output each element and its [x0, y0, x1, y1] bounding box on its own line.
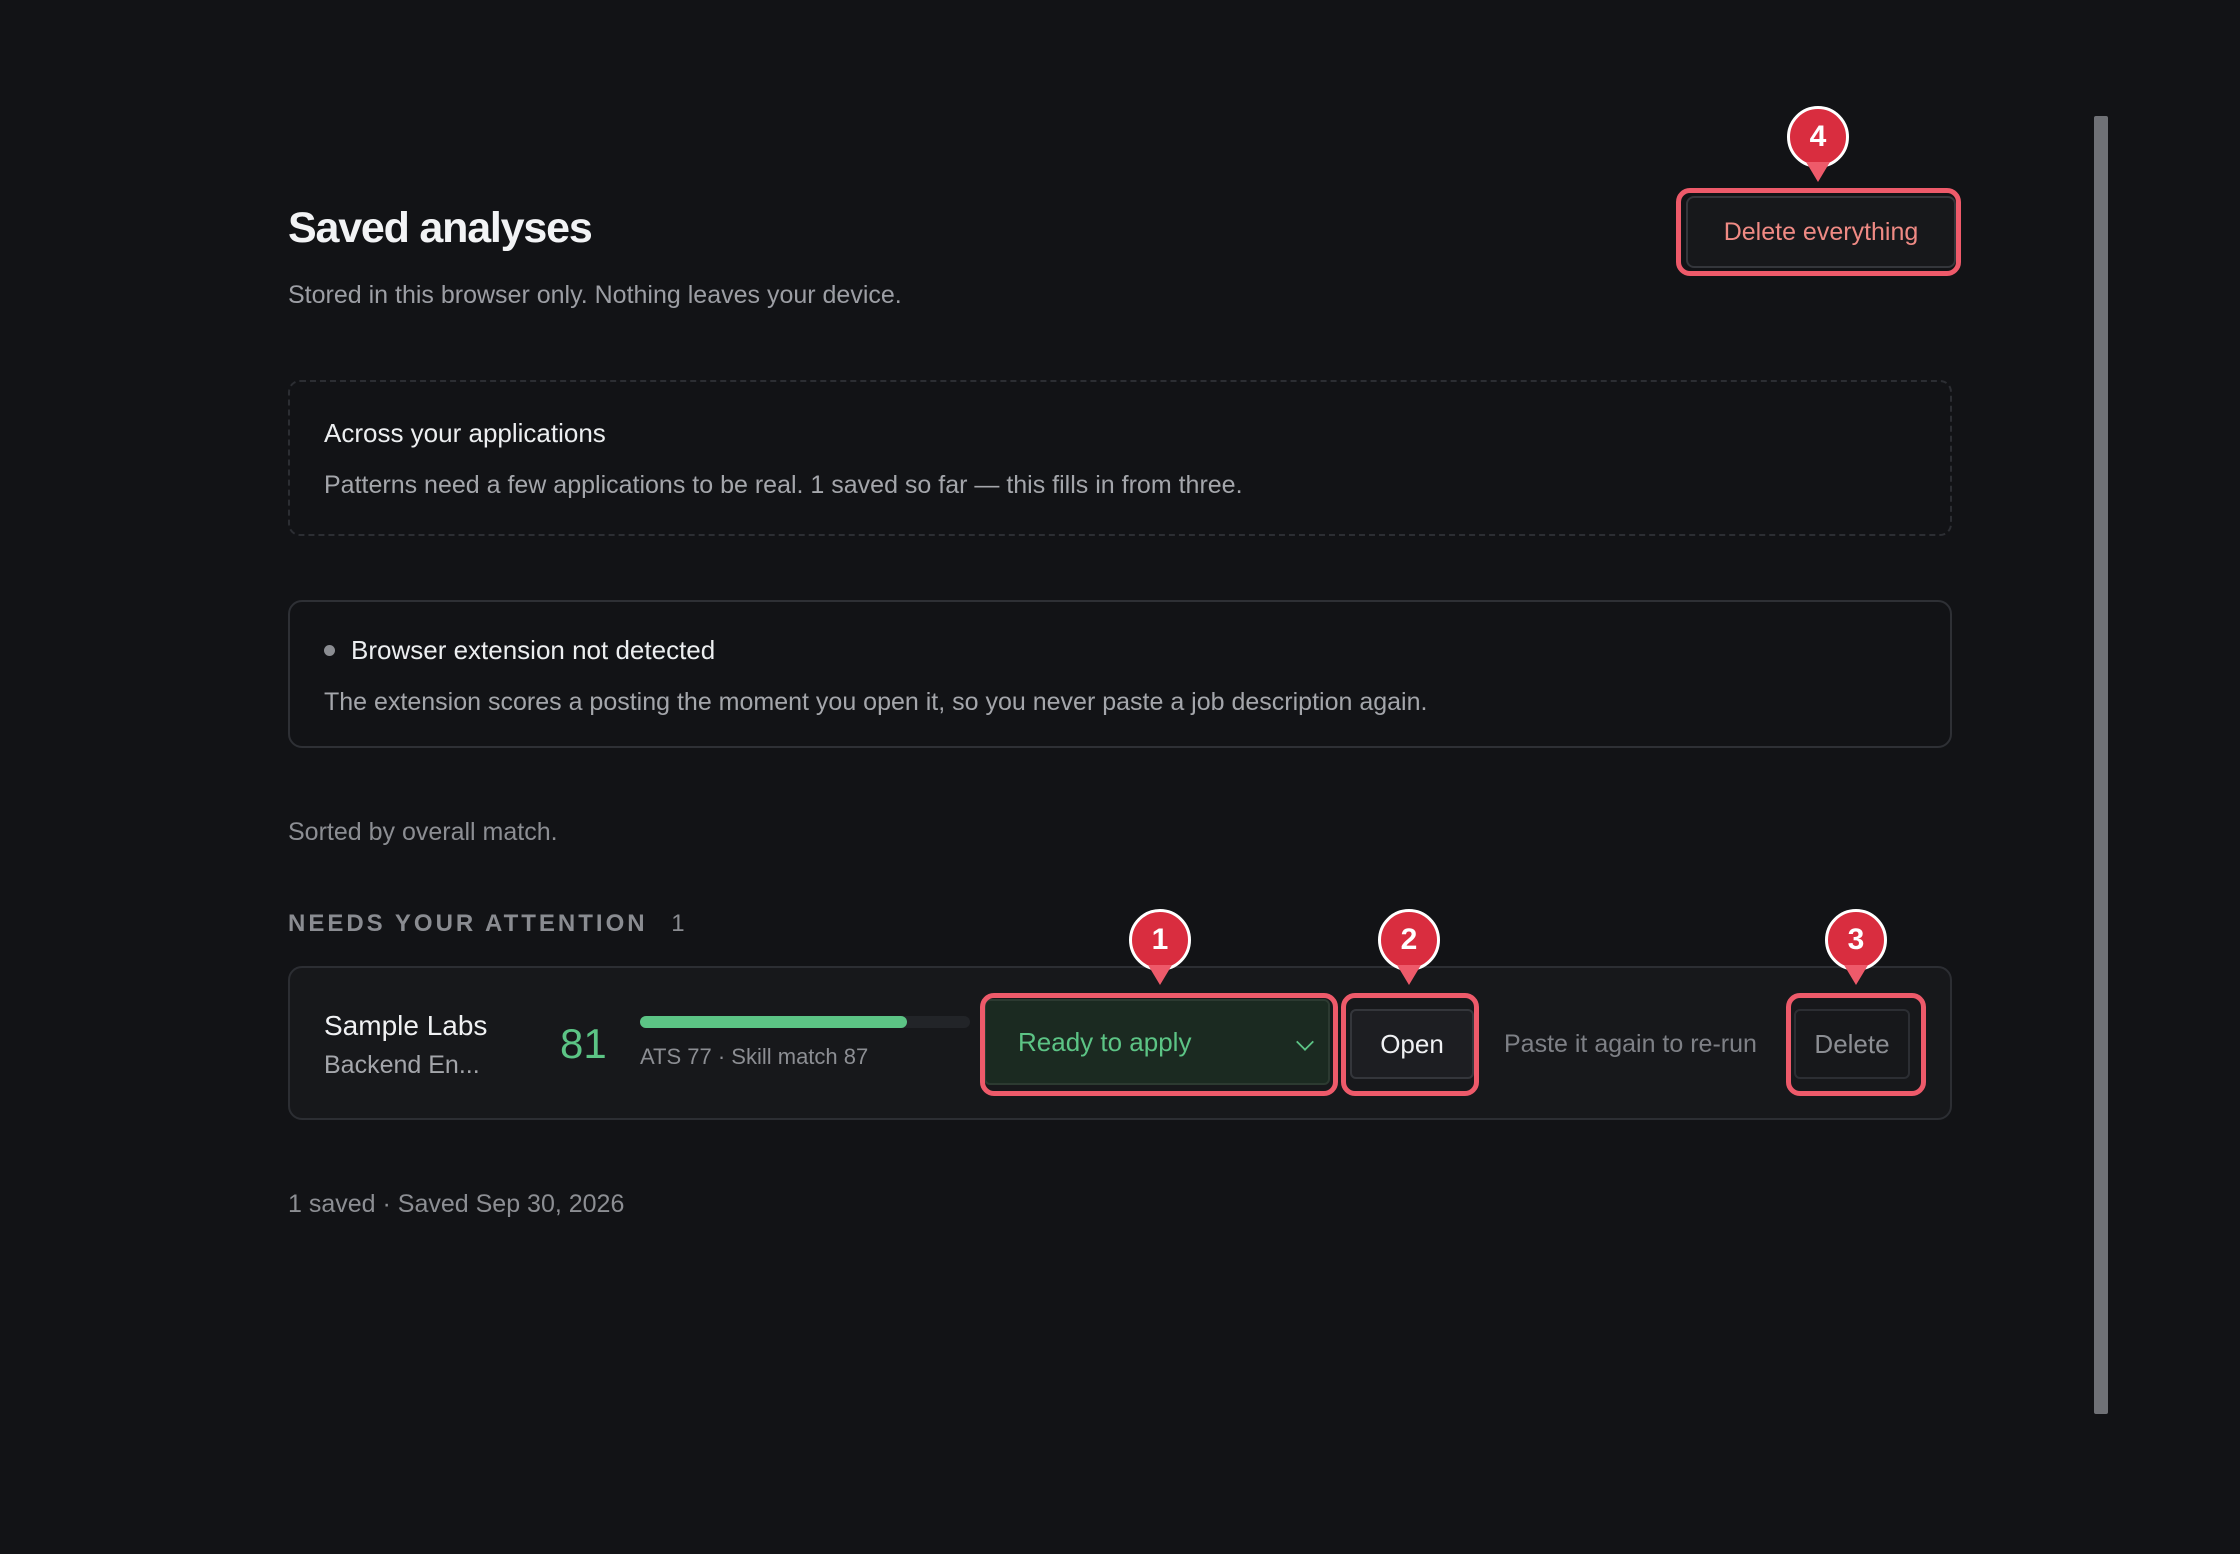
- section-heading-label: NEEDS YOUR ATTENTION: [288, 910, 648, 937]
- insights-card-body: Patterns need a few applications to be r…: [324, 471, 1243, 499]
- job-role: Backend En...: [324, 1051, 480, 1079]
- annotation-pointer-icon: [1806, 162, 1830, 182]
- extension-status-body: The extension scores a posting the momen…: [324, 688, 1428, 716]
- analysis-row: Sample Labs Backend En... 81 ATS 77 · Sk…: [288, 966, 1952, 1120]
- open-button[interactable]: Open: [1350, 1009, 1474, 1079]
- match-progress-fill: [640, 1016, 908, 1028]
- extension-status-card: Browser extension not detected The exten…: [288, 600, 1952, 748]
- annotation-marker-4: 4: [1787, 106, 1849, 182]
- extension-status-title: Browser extension not detected: [351, 635, 716, 665]
- footer-summary: 1 saved · Saved Sep 30, 2026: [288, 1190, 625, 1218]
- company-name: Sample Labs: [324, 1010, 488, 1041]
- annotation-number-3: 3: [1825, 909, 1887, 971]
- status-dropdown[interactable]: Ready to apply: [984, 999, 1330, 1085]
- page-title: Saved analyses: [288, 204, 593, 252]
- status-dot-icon: [324, 645, 335, 656]
- section-heading: NEEDS YOUR ATTENTION 1: [288, 910, 685, 938]
- annotation-number-4: 4: [1787, 106, 1849, 168]
- scrollbar[interactable]: [2094, 116, 2108, 1414]
- chevron-down-icon: [1296, 1033, 1314, 1051]
- overall-score: 81: [560, 1020, 607, 1067]
- insights-card: Across your applications Patterns need a…: [288, 380, 1952, 536]
- annotation-number-2: 2: [1378, 909, 1440, 971]
- extension-status-header: Browser extension not detected: [324, 635, 1916, 666]
- insights-card-title: Across your applications: [324, 418, 606, 448]
- delete-everything-button[interactable]: Delete everything: [1686, 196, 1956, 268]
- rerun-note: Paste it again to re-run: [1504, 1030, 1757, 1058]
- section-count: 1: [671, 910, 685, 937]
- match-progress-bar: [640, 1016, 970, 1028]
- score-breakdown: ATS 77 · Skill match 87: [640, 1044, 869, 1069]
- page-subtitle: Stored in this browser only. Nothing lea…: [288, 281, 902, 309]
- delete-button[interactable]: Delete: [1794, 1009, 1910, 1079]
- annotation-number-1: 1: [1129, 909, 1191, 971]
- sort-note: Sorted by overall match.: [288, 818, 558, 846]
- status-dropdown-value: Ready to apply: [1018, 1026, 1192, 1057]
